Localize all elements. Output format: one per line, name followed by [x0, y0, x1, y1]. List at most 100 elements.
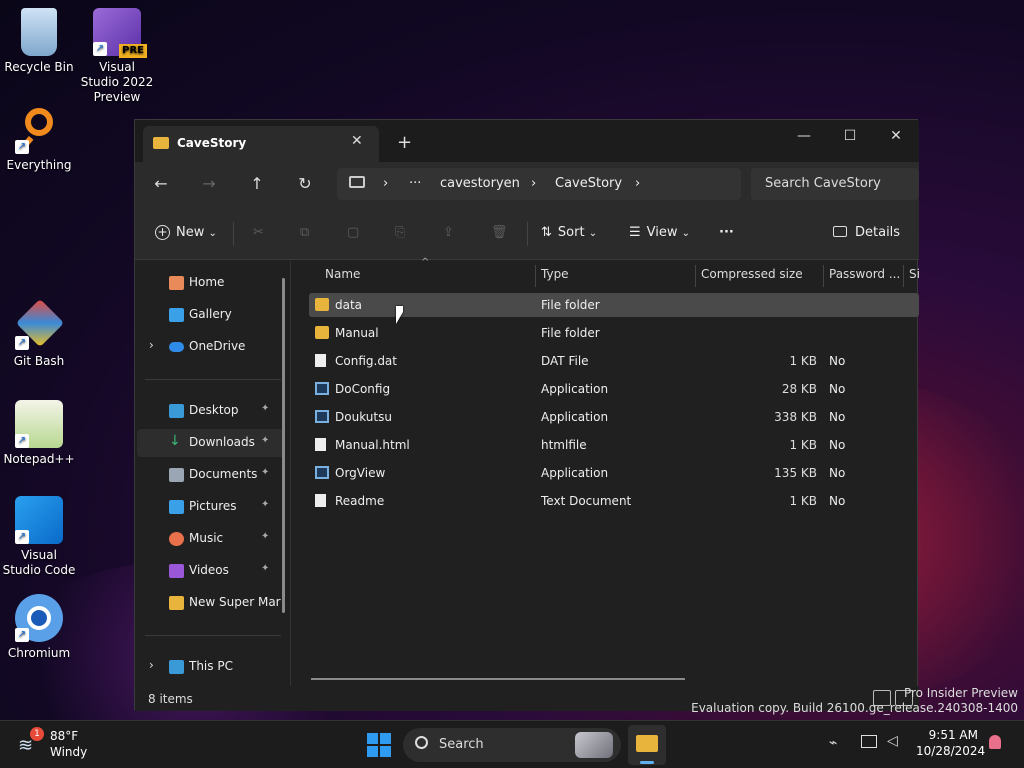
close-button[interactable]: ✕	[881, 128, 911, 144]
new-button[interactable]: + New ⌄	[155, 225, 217, 240]
new-tab-button[interactable]: +	[397, 132, 412, 153]
file-row-manual[interactable]: Manual File folder	[309, 321, 919, 345]
expand-chevron-icon[interactable]: ›	[149, 658, 154, 672]
sort-button[interactable]: ⇅ Sort ⌄	[541, 225, 597, 240]
column-divider[interactable]	[695, 265, 696, 287]
desktop-icon-visual-studio-preview[interactable]: ↗ PRE Visual Studio 2022 Preview	[79, 8, 155, 105]
taskbar-file-explorer[interactable]	[628, 725, 666, 765]
horizontal-scrollbar[interactable]	[311, 678, 685, 680]
sidebar-item-home[interactable]: Home	[137, 269, 285, 297]
breadcrumb-chevron-icon[interactable]: ›	[635, 176, 640, 191]
refresh-button[interactable]: ↻	[293, 174, 317, 193]
column-header-name[interactable]: Name	[325, 267, 360, 281]
desktop-icon-label: Everything	[6, 158, 72, 172]
navigation-pane: Home Gallery › OneDrive Desktop ✦ ↓ Down…	[135, 261, 291, 686]
column-header-type[interactable]: Type	[541, 267, 569, 281]
sidebar-item-onedrive[interactable]: › OneDrive	[137, 333, 285, 361]
file-icon	[315, 438, 326, 451]
sort-arrow-icon: ^	[421, 257, 430, 268]
breadcrumb-cavestory[interactable]: CaveStory	[555, 176, 622, 191]
back-button[interactable]: ←	[149, 174, 173, 193]
sidebar-item-label: Home	[189, 275, 225, 289]
column-divider[interactable]	[823, 265, 824, 287]
rename-icon[interactable]: ⎘	[395, 225, 405, 240]
details-button[interactable]: Details	[833, 225, 900, 240]
file-row-manual-html[interactable]: Manual.html htmlfile 1 KB No	[309, 433, 919, 457]
desktop-icon-notepad-plus-plus[interactable]: ↗ Notepad++	[1, 400, 77, 467]
desktop-icon-everything[interactable]: ↗ Everything	[1, 106, 77, 173]
notepad-plus-plus-icon: ↗	[15, 400, 63, 448]
everything-search-icon: ↗	[15, 106, 63, 154]
view-button[interactable]: ☰ View ⌄	[629, 225, 690, 240]
recycle-bin-icon	[21, 8, 57, 56]
copy-icon[interactable]: ⧉	[300, 225, 309, 240]
file-compressed-size: 135 KB	[774, 466, 817, 480]
desktop-icon-recycle-bin[interactable]: Recycle Bin	[1, 8, 77, 75]
up-button[interactable]: ↑	[245, 174, 269, 193]
file-row-orgview[interactable]: OrgView Application 135 KB No	[309, 461, 919, 485]
address-bar[interactable]: › ··· cavestoryen › CaveStory ›	[337, 168, 741, 200]
file-name: Readme	[335, 494, 385, 508]
file-row-readme[interactable]: Readme Text Document 1 KB No	[309, 489, 919, 513]
more-options-button[interactable]: ···	[719, 225, 734, 240]
mouse-cursor-icon	[396, 306, 403, 324]
expand-chevron-icon[interactable]: ›	[149, 338, 154, 352]
search-box[interactable]: Search CaveStory	[751, 168, 919, 200]
chevron-down-icon: ⌄	[681, 228, 691, 239]
column-divider[interactable]	[535, 265, 536, 287]
volume-icon[interactable]: ◁	[887, 733, 898, 749]
sidebar-item-gallery[interactable]: Gallery	[137, 301, 285, 329]
application-icon	[315, 382, 329, 395]
network-off-icon[interactable]: ⌁	[829, 735, 837, 751]
view-icon: ☰	[629, 225, 641, 240]
file-row-doukutsu[interactable]: Doukutsu Application 338 KB No	[309, 405, 919, 429]
paste-icon[interactable]: ▢	[347, 225, 359, 240]
folder-icon	[153, 137, 169, 149]
forward-button[interactable]: →	[197, 174, 221, 193]
column-divider[interactable]	[903, 265, 904, 287]
display-icon[interactable]	[861, 735, 877, 748]
notification-bell-icon[interactable]	[989, 735, 1001, 749]
taskbar-search-box[interactable]: Search	[403, 728, 621, 762]
pin-icon: ✦	[261, 403, 270, 414]
clock[interactable]: 9:51 AM 10/28/2024	[916, 728, 985, 758]
weather-description: Windy	[50, 745, 88, 759]
desktop-icon	[169, 404, 184, 418]
documents-icon	[169, 468, 184, 482]
file-type: Application	[541, 382, 609, 396]
sidebar-item-videos[interactable]: Videos ✦	[137, 557, 285, 585]
file-compressed-size: 1 KB	[789, 354, 817, 368]
sidebar-item-downloads[interactable]: ↓ Downloads ✦	[137, 429, 285, 457]
minimize-button[interactable]: —	[789, 128, 819, 144]
column-header-size[interactable]: Si	[909, 267, 920, 281]
breadcrumb-chevron-icon[interactable]: ›	[531, 176, 536, 191]
sidebar-item-new-super-mari[interactable]: New Super Mari	[137, 589, 285, 617]
file-row-config-dat[interactable]: Config.dat DAT File 1 KB No	[309, 349, 919, 373]
sidebar-item-desktop[interactable]: Desktop ✦	[137, 397, 285, 425]
tab-close-icon[interactable]: ✕	[351, 133, 363, 149]
maximize-button[interactable]: ☐	[835, 128, 865, 144]
delete-icon[interactable]: 🗑	[491, 225, 508, 240]
sidebar-scrollbar[interactable]	[282, 278, 285, 613]
weather-widget[interactable]: ≋ 1 88°F Windy	[14, 727, 104, 763]
file-password: No	[829, 354, 846, 368]
sidebar-item-documents[interactable]: Documents ✦	[137, 461, 285, 489]
share-icon[interactable]: ⇪	[443, 225, 454, 240]
cut-icon[interactable]: ✂	[253, 225, 264, 240]
breadcrumb-chevron-icon[interactable]: ›	[383, 176, 388, 191]
sidebar-item-pictures[interactable]: Pictures ✦	[137, 493, 285, 521]
tab-cavestory[interactable]: CaveStory ✕	[143, 126, 379, 162]
sidebar-item-label: New Super Mari	[189, 595, 281, 609]
start-button[interactable]	[367, 733, 391, 757]
file-type: DAT File	[541, 354, 589, 368]
desktop-icon-git-bash[interactable]: ↗ Git Bash	[1, 298, 77, 369]
breadcrumb-cavestoryen[interactable]: cavestoryen	[440, 176, 520, 191]
breadcrumb-ellipsis[interactable]: ···	[409, 176, 421, 191]
column-header-compressed-size[interactable]: Compressed size	[701, 267, 803, 281]
sidebar-item-this-pc[interactable]: › This PC	[137, 653, 285, 681]
column-header-password[interactable]: Password ...	[829, 267, 900, 281]
file-row-doconfig[interactable]: DoConfig Application 28 KB No	[309, 377, 919, 401]
desktop-icon-chromium[interactable]: ↗ Chromium	[1, 594, 77, 661]
desktop-icon-vscode[interactable]: ↗ Visual Studio Code	[1, 496, 77, 578]
sidebar-item-music[interactable]: Music ✦	[137, 525, 285, 553]
